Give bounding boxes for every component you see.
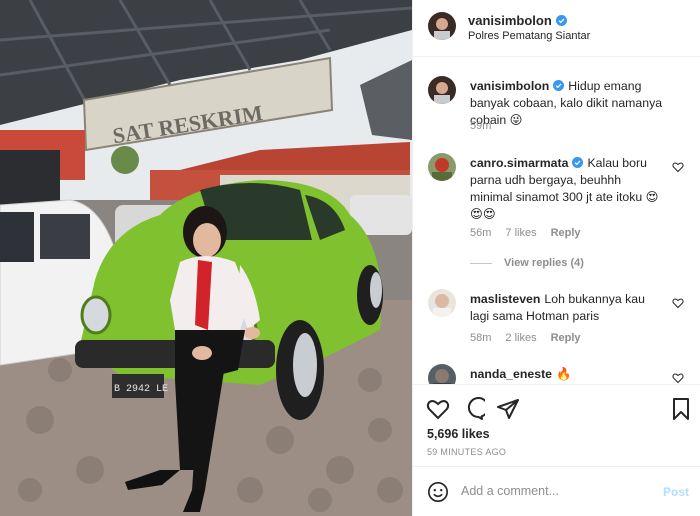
post-actions: 5,696 likes 59 MINUTES AGO — [413, 384, 700, 466]
emoji-smiley-icon[interactable] — [427, 481, 449, 503]
like-comment-heart-icon[interactable] — [672, 297, 684, 309]
post-location[interactable]: Polres Pematang Siantar — [468, 30, 590, 42]
like-comment-heart-icon[interactable] — [672, 372, 684, 384]
post-photo[interactable]: SAT RESKRIM B 2942 LE — [0, 0, 412, 516]
view-replies-line — [470, 262, 492, 264]
post-username[interactable]: vanisimbolon — [468, 13, 567, 28]
comment-bubble-icon[interactable] — [461, 397, 485, 421]
comments-list[interactable]: vanisimbolon Hidup emang banyak cobaan, k… — [413, 58, 700, 384]
share-send-icon[interactable] — [496, 397, 520, 421]
avatar[interactable] — [428, 153, 456, 181]
comment-body: 🔥 — [556, 367, 572, 381]
verified-badge-icon — [555, 15, 567, 26]
view-replies-label[interactable]: View replies (4) — [504, 257, 584, 269]
post-sidebar: vanisimbolon Polres Pematang Siantar van… — [412, 0, 700, 516]
comment-username[interactable]: nanda_eneste — [470, 367, 552, 381]
reply-button[interactable]: Reply — [551, 332, 581, 344]
comment-time[interactable]: 56m — [470, 227, 491, 239]
comment-username[interactable]: maslisteven — [470, 292, 540, 306]
post-time-ago[interactable]: 59 MINUTES AGO — [427, 447, 506, 457]
comment-text: canro.simarmata Kalau boru parna udh berg… — [470, 155, 666, 223]
avatar[interactable] — [428, 12, 456, 40]
reply-button[interactable]: Reply — [551, 227, 581, 239]
comment-text: maslisteven Loh bukannya kau lagi sama Ho… — [470, 291, 666, 325]
comment-username[interactable]: canro.simarmata — [470, 156, 568, 170]
verified-badge-icon — [553, 80, 565, 91]
comment-time[interactable]: 59m — [470, 120, 491, 132]
add-comment-bar: Add a comment... Post — [413, 466, 700, 516]
like-comment-heart-icon[interactable] — [672, 161, 684, 173]
comment-text: nanda_eneste 🔥 — [470, 366, 666, 383]
comment-likes[interactable]: 2 likes — [505, 332, 536, 344]
view-replies-button[interactable]: View replies (4) — [470, 257, 584, 269]
bookmark-save-icon[interactable] — [669, 397, 693, 421]
verified-badge-icon — [572, 157, 584, 168]
likes-count[interactable]: 5,696 likes — [427, 427, 490, 441]
comment-username[interactable]: vanisimbolon — [470, 79, 549, 93]
avatar[interactable] — [428, 289, 456, 317]
license-plate-text: B 2942 LE — [114, 384, 168, 395]
comment-meta: 58m 2 likes Reply — [470, 332, 595, 344]
post-comment-button[interactable]: Post — [663, 485, 689, 499]
comment-meta: 56m 7 likes Reply — [470, 227, 595, 239]
comment-input[interactable]: Add a comment... — [461, 484, 559, 498]
post-username-text[interactable]: vanisimbolon — [468, 13, 552, 28]
avatar[interactable] — [428, 76, 456, 104]
comment-time[interactable]: 58m — [470, 332, 491, 344]
comment-likes[interactable]: 7 likes — [505, 227, 536, 239]
like-heart-icon[interactable] — [426, 397, 450, 421]
comment-meta: 59m — [470, 120, 505, 132]
post-header: vanisimbolon Polres Pematang Siantar — [413, 0, 700, 57]
avatar[interactable] — [428, 364, 456, 384]
